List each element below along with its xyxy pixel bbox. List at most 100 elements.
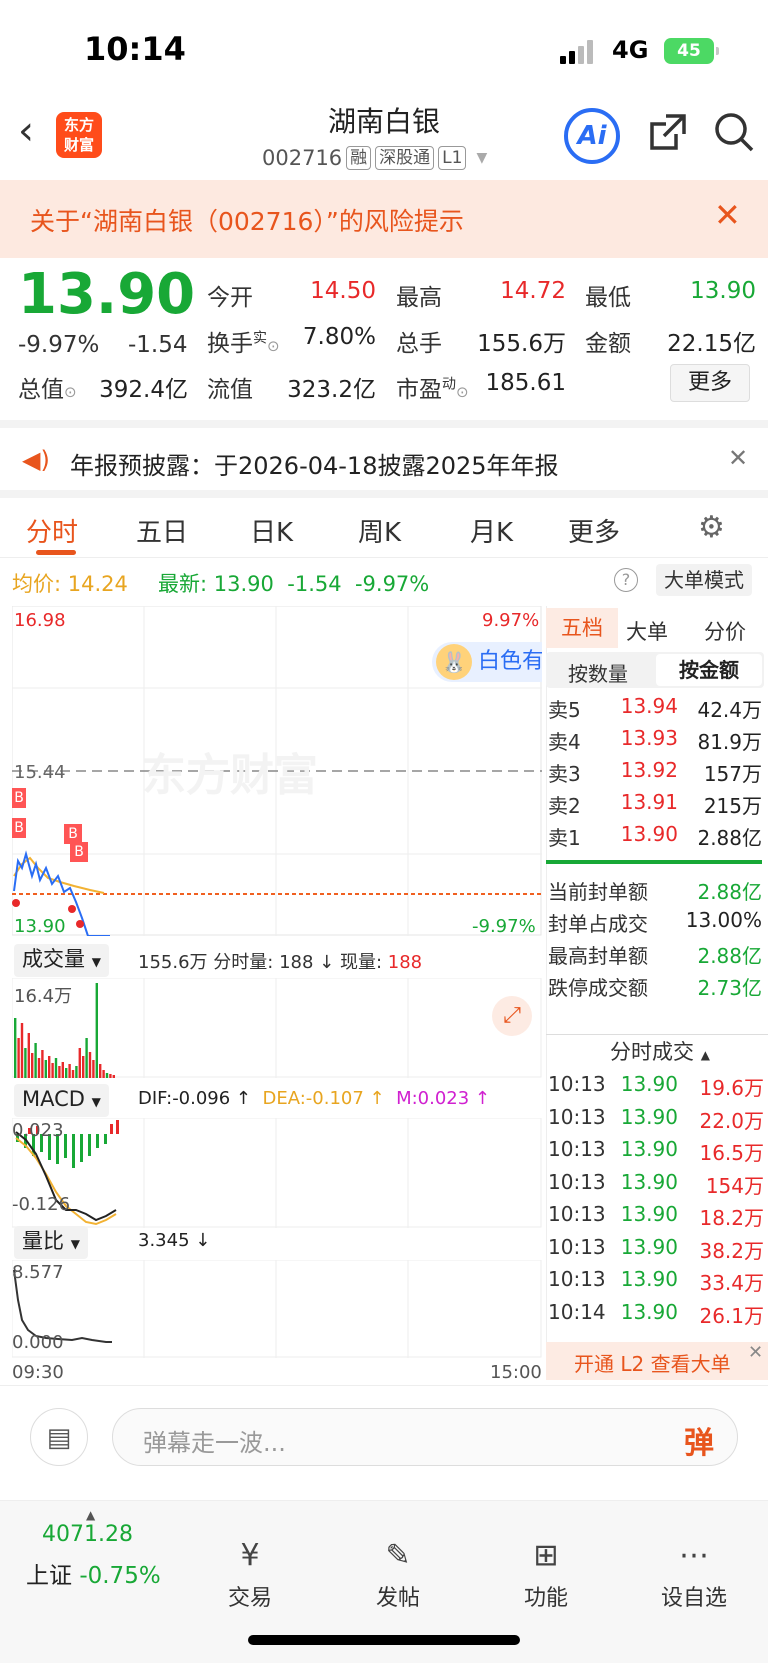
- stat-value: 2.73亿: [697, 976, 762, 1000]
- volume-bar: [92, 1060, 95, 1078]
- pe-label: 市盈动⊙: [396, 376, 469, 403]
- settings-icon[interactable]: ⚙: [698, 510, 725, 545]
- tab-five-day[interactable]: 五日: [136, 512, 188, 549]
- trade-price: 13.90: [620, 1169, 678, 1194]
- volume-bar: [99, 1064, 102, 1078]
- volume-bar: [44, 1060, 47, 1078]
- ask-divider: [546, 860, 762, 864]
- tab-five-levels[interactable]: 五档: [546, 608, 618, 648]
- ratio-top: 8.577: [12, 1262, 64, 1283]
- close-icon[interactable]: ✕: [728, 444, 748, 472]
- close-icon[interactable]: ✕: [748, 1342, 763, 1363]
- tab-monthly-k[interactable]: 月K: [470, 512, 513, 549]
- home-indicator: [248, 1635, 520, 1645]
- chart-bottom-pct: -9.97%: [472, 916, 536, 937]
- tab-daily-k[interactable]: 日K: [250, 512, 293, 549]
- trade-time: 10:13: [548, 1267, 606, 1291]
- nav-post[interactable]: ✎ 发帖: [348, 1538, 448, 1612]
- volume-bar: [24, 1048, 27, 1078]
- tab-weekly-k[interactable]: 周K: [358, 512, 401, 549]
- tab-more[interactable]: 更多: [568, 512, 620, 549]
- tab-intraday[interactable]: 分时: [26, 512, 78, 549]
- announcement-bar[interactable]: ◀) 年报预披露：于2026-04-18披露2025年年报 ✕: [0, 420, 768, 490]
- ratio-bottom: 0.000: [12, 1332, 64, 1353]
- current-price: 13.90: [18, 262, 196, 327]
- volume-bar: [58, 1066, 61, 1078]
- volume-bar: [61, 1062, 64, 1078]
- trade-volume: 19.6万: [699, 1076, 764, 1100]
- turnover-value: 7.80%: [302, 324, 376, 350]
- volume-bar: [82, 1056, 85, 1078]
- volume-bar: [65, 1068, 68, 1078]
- turnover-label: 换手实⊙: [207, 330, 280, 357]
- danmu-input[interactable]: 弹幕走一波...: [112, 1408, 738, 1466]
- sub-tab-qty[interactable]: 按数量: [568, 658, 628, 687]
- low-value: 13.90: [690, 278, 756, 304]
- volume-bar: [112, 1075, 115, 1078]
- trade-volume: 38.2万: [699, 1238, 764, 1263]
- help-icon[interactable]: ?: [614, 568, 638, 592]
- ask-price: 13.90: [620, 822, 678, 846]
- search-icon[interactable]: [712, 110, 756, 154]
- battery-icon: 45: [664, 38, 719, 64]
- open-value: 14.50: [310, 278, 376, 304]
- danmu-toggle-icon[interactable]: 弹: [684, 1418, 714, 1462]
- expand-icon[interactable]: ⤢: [492, 996, 532, 1036]
- float-label: 流值: [207, 377, 253, 403]
- volume-bar: [88, 1052, 92, 1078]
- ask-volume: 81.9万: [697, 730, 762, 754]
- chart-top-pct: 9.97%: [482, 610, 540, 631]
- ask-volume: 2.88亿: [697, 826, 762, 850]
- ai-button[interactable]: Ai: [564, 108, 620, 164]
- index-info[interactable]: 上证 -0.75%: [26, 1556, 161, 1590]
- buy-marker: B: [70, 842, 88, 862]
- volume-bar: [27, 1033, 30, 1078]
- nav-trade[interactable]: ¥ 交易: [200, 1538, 300, 1612]
- volume-selector[interactable]: 成交量 ▼: [14, 944, 109, 977]
- tab-big-order[interactable]: 大单: [626, 616, 668, 646]
- stock-code: 002716: [262, 146, 343, 170]
- volume-bar: [75, 1066, 78, 1078]
- stat-label: 封单占成交: [548, 912, 648, 936]
- edit-icon: ✎: [385, 1538, 411, 1573]
- danmu-settings-icon[interactable]: ▤: [30, 1408, 88, 1466]
- more-button[interactable]: 更多: [670, 364, 750, 402]
- ratio-selector[interactable]: 量比 ▼: [14, 1226, 88, 1259]
- more-icon: ⋯: [679, 1538, 709, 1573]
- change-pct: -9.97%: [18, 332, 100, 358]
- volume-bar: [34, 1043, 37, 1078]
- nav-watchlist[interactable]: ⋯ 设自选: [644, 1538, 744, 1612]
- ask-volume: 215万: [703, 794, 762, 818]
- volume-bar: [14, 1018, 17, 1078]
- volume-bar: [85, 1038, 88, 1078]
- trade-time: 10:13: [548, 1234, 606, 1259]
- high-value: 14.72: [500, 278, 566, 304]
- volume-bar: [17, 1038, 20, 1078]
- tab-price-dist[interactable]: 分价: [704, 616, 746, 646]
- stat-label: 跌停成交额: [548, 976, 648, 1000]
- trades-title[interactable]: 分时成交 ▲: [610, 1036, 710, 1066]
- chart-watermark: 东方财富: [142, 750, 318, 801]
- nav-function[interactable]: ⊞ 功能: [496, 1538, 596, 1612]
- sub-tab-amount[interactable]: 按金额: [656, 654, 762, 686]
- mktcap-value: 392.4亿: [99, 377, 188, 403]
- time-start: 09:30: [12, 1362, 64, 1383]
- stat-value: 2.88亿: [697, 880, 762, 904]
- trade-volume: 18.2万: [699, 1206, 764, 1230]
- volume-bar: [71, 1070, 75, 1078]
- share-icon[interactable]: [646, 110, 690, 154]
- index-value[interactable]: 4071.28: [42, 1522, 133, 1547]
- macd-selector[interactable]: MACD ▼: [14, 1084, 109, 1117]
- trade-price: 13.90: [620, 1104, 678, 1129]
- big-order-mode-button[interactable]: 大单模式: [656, 564, 752, 596]
- pe-value: 185.61: [485, 370, 566, 396]
- tag-margin: 融: [346, 146, 372, 170]
- ask-volume: 42.4万: [697, 698, 762, 722]
- risk-banner[interactable]: 关于“湖南白银（002716）”的风险提示 ✕: [0, 180, 768, 258]
- stock-code-row[interactable]: 002716 融 深股通 L1 ▼: [262, 146, 487, 170]
- expand-up-icon[interactable]: ▲: [86, 1508, 95, 1522]
- stat-value: 2.88亿: [697, 944, 762, 968]
- ask-label: 卖1: [548, 826, 581, 850]
- close-icon[interactable]: ✕: [714, 196, 741, 234]
- risk-text: 关于“湖南白银（002716）”的风险提示: [30, 207, 464, 236]
